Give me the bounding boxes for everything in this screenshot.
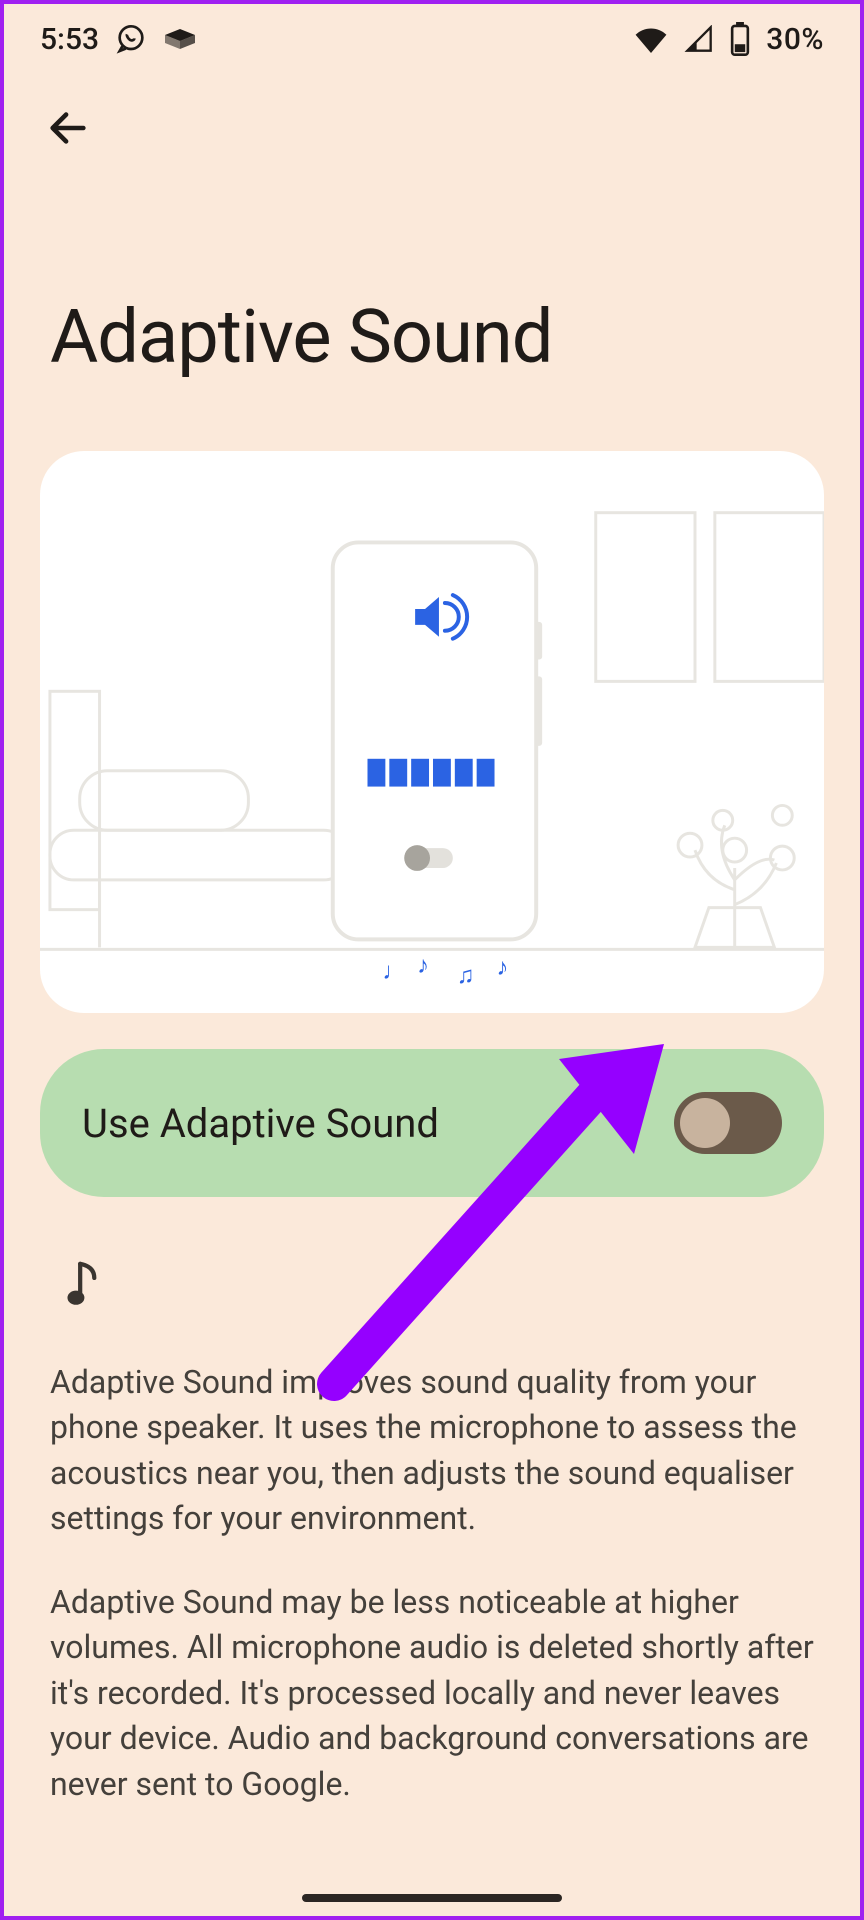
arrow-back-icon bbox=[45, 105, 91, 151]
device-frame: 5:53 bbox=[0, 0, 864, 1920]
status-bar: 5:53 bbox=[4, 4, 860, 74]
toggle-label: Use Adaptive Sound bbox=[82, 1100, 439, 1147]
switch-knob bbox=[680, 1098, 730, 1148]
svg-text:♩: ♩ bbox=[382, 959, 406, 985]
svg-text:♪: ♪ bbox=[417, 953, 429, 979]
gesture-nav-bar[interactable] bbox=[302, 1894, 562, 1902]
use-adaptive-sound-row[interactable]: Use Adaptive Sound bbox=[40, 1049, 824, 1197]
music-note-icon bbox=[66, 1261, 814, 1320]
status-time: 5:53 bbox=[40, 22, 99, 57]
info-paragraph-1: Adaptive Sound improves sound quality fr… bbox=[50, 1360, 814, 1542]
info-paragraph-2: Adaptive Sound may be less noticeable at… bbox=[50, 1580, 814, 1807]
back-button[interactable] bbox=[32, 92, 104, 164]
whatsapp-icon bbox=[115, 23, 147, 55]
battery-icon bbox=[730, 22, 750, 56]
status-right: 30% bbox=[634, 22, 824, 57]
wifi-icon bbox=[634, 25, 668, 53]
svg-text:♪: ♪ bbox=[497, 955, 509, 981]
battery-percent: 30% bbox=[766, 22, 824, 57]
svg-text:♫: ♫ bbox=[457, 963, 475, 989]
adaptive-sound-switch[interactable] bbox=[674, 1092, 782, 1154]
nav-bar bbox=[4, 74, 860, 164]
info-section: Adaptive Sound improves sound quality fr… bbox=[4, 1197, 860, 1807]
status-left: 5:53 bbox=[40, 22, 197, 57]
illustration-card: ♩ ♪ ♫ ♪ bbox=[40, 451, 824, 1013]
page-title: Adaptive Sound bbox=[4, 164, 860, 451]
package-icon bbox=[163, 25, 197, 53]
signal-icon bbox=[684, 25, 714, 53]
adaptive-sound-illustration: ♩ ♪ ♫ ♪ bbox=[40, 451, 824, 1013]
